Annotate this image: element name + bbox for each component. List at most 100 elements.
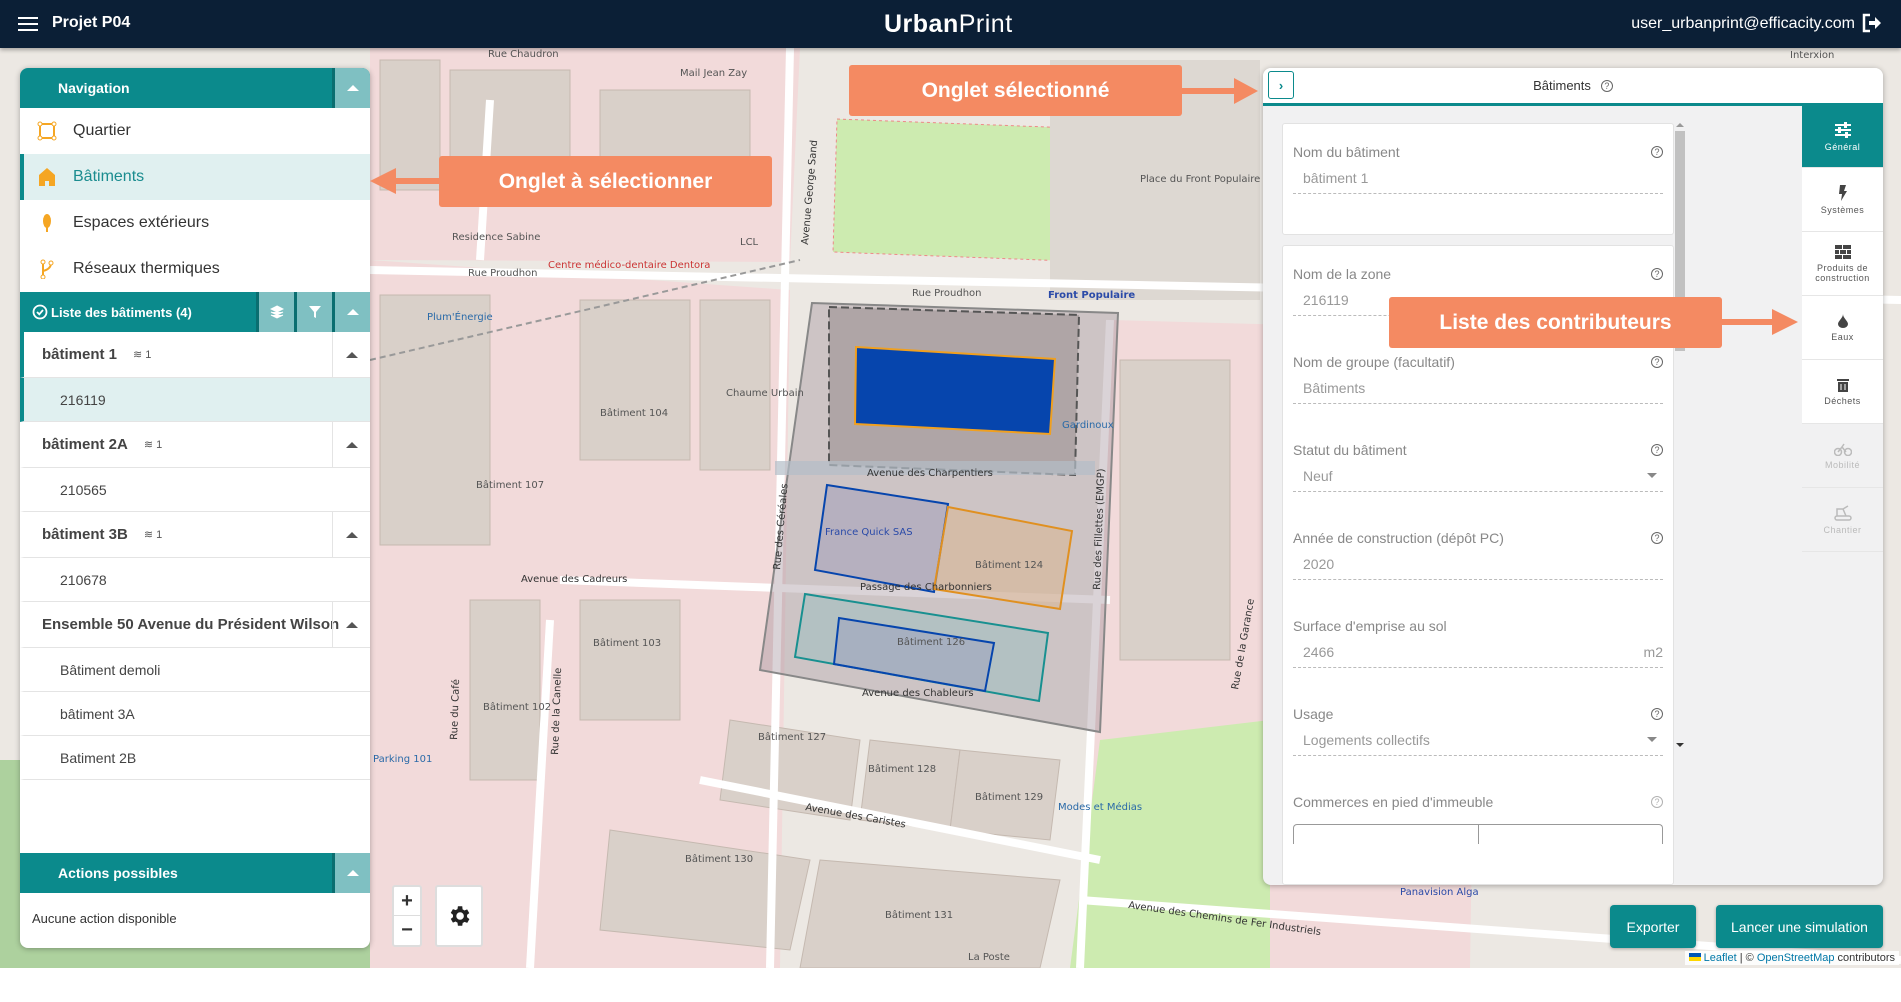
tab-mobilite[interactable]: Mobilité [1802, 424, 1883, 488]
usage-select[interactable]: Logements collectifs [1293, 722, 1663, 756]
chevron-up-icon [346, 870, 359, 876]
bike-icon [1833, 443, 1852, 456]
network-icon [36, 259, 58, 279]
export-button[interactable]: Exporter [1610, 905, 1696, 948]
building-group[interactable]: bâtiment 2A ≋ 1 [20, 422, 370, 468]
tab-dechets[interactable]: Déchets [1802, 360, 1883, 424]
svg-text:LCL: LCL [740, 237, 759, 248]
building-item[interactable]: Bâtiment demoli [20, 648, 370, 692]
chevron-down-icon [1647, 737, 1657, 742]
svg-text:Bâtiment 103: Bâtiment 103 [593, 637, 661, 649]
tab-produits-construction[interactable]: Produits de construction [1802, 232, 1883, 296]
building-item[interactable]: 210678 [20, 558, 370, 602]
layers-count: ≋ 1 [143, 439, 163, 451]
building-item[interactable]: bâtiment 3A [20, 692, 370, 736]
contributor-tabs: Général Systèmes Produits de constructio… [1802, 106, 1883, 552]
launch-simulation-button[interactable]: Lancer une simulation [1716, 905, 1883, 948]
tab-general[interactable]: Général [1802, 106, 1883, 168]
svg-text:Bâtiment 104: Bâtiment 104 [600, 407, 668, 419]
collapse-navigation-button[interactable] [332, 68, 370, 108]
field-label: Nom de groupe (facultatif) [1293, 354, 1455, 370]
help-icon[interactable]: ? [1651, 796, 1663, 808]
map-settings-button[interactable] [435, 885, 483, 947]
svg-text:Rue Chaudron: Rue Chaudron [488, 49, 559, 60]
field-label: Nom du bâtiment [1293, 144, 1400, 160]
svg-text:Gardinoux: Gardinoux [1062, 420, 1114, 431]
filter-button[interactable] [294, 292, 332, 332]
chevron-right-icon[interactable]: › [1268, 71, 1294, 99]
help-icon[interactable]: ? [1651, 268, 1663, 280]
group-name: bâtiment 3B [42, 526, 128, 543]
status-select[interactable]: Neuf [1293, 458, 1663, 492]
sliders-icon [1834, 121, 1851, 138]
gear-icon [450, 906, 470, 926]
svg-text:Bâtiment 129: Bâtiment 129 [975, 791, 1043, 803]
tab-systemes[interactable]: Systèmes [1802, 168, 1883, 232]
collapse-group-button[interactable] [332, 602, 370, 647]
arrow-right-icon [1182, 78, 1258, 104]
leaflet-link[interactable]: Leaflet [1704, 952, 1737, 964]
building-item[interactable]: 216119 [20, 378, 370, 422]
building-group[interactable]: Ensemble 50 Avenue du Président Wilson [20, 602, 370, 648]
logout-icon[interactable] [1861, 13, 1881, 33]
help-icon[interactable]: ? [1651, 146, 1663, 158]
building-group[interactable]: bâtiment 3B ≋ 1 [20, 512, 370, 558]
zoom-out-button[interactable]: − [394, 916, 420, 945]
building-group[interactable]: bâtiment 1 ≋ 1 [20, 332, 370, 378]
navigation-header: Navigation [20, 68, 370, 108]
group-name-input[interactable]: Bâtiments [1293, 370, 1663, 404]
svg-text:Plum'Énergie: Plum'Énergie [427, 310, 493, 323]
tab-eaux[interactable]: Eaux [1802, 296, 1883, 360]
tab-chantier[interactable]: Chantier [1802, 488, 1883, 552]
osm-link[interactable]: OpenStreetMap [1757, 952, 1835, 964]
zoom-in-button[interactable]: + [394, 887, 420, 916]
nav-item-reseaux-thermiques[interactable]: Réseaux thermiques [20, 246, 370, 292]
chevron-up-icon [346, 85, 359, 91]
collapse-group-button[interactable] [332, 512, 370, 557]
layers-button[interactable] [256, 292, 294, 332]
nav-item-espaces-exterieurs[interactable]: Espaces extérieurs [20, 200, 370, 246]
nav-item-quartier[interactable]: Quartier [20, 108, 370, 154]
svg-text:Bâtiment 128: Bâtiment 128 [868, 763, 936, 775]
help-icon[interactable]: ? [1651, 708, 1663, 720]
chevron-down-icon [1647, 473, 1657, 478]
help-icon[interactable]: ? [1651, 532, 1663, 544]
collapse-group-button[interactable] [332, 332, 370, 377]
project-title: Projet P04 [52, 14, 131, 31]
help-icon[interactable]: ? [1651, 444, 1663, 456]
svg-text:Place du Front Populaire: Place du Front Populaire [1140, 174, 1260, 185]
help-icon[interactable]: ? [1651, 356, 1663, 368]
building-details-panel: › Bâtiments? Nom du bâtiment? bâtiment 1 … [1263, 68, 1883, 885]
annotation-contributors: Liste des contributeurs [1389, 297, 1722, 348]
help-icon[interactable]: ? [1600, 79, 1613, 92]
scrollbar[interactable] [1675, 123, 1685, 747]
unit-label: m2 [1643, 644, 1663, 660]
field-label: Surface d'emprise au sol [1293, 618, 1447, 634]
ukraine-flag-icon [1688, 953, 1701, 961]
nav-label: Bâtiments [73, 168, 145, 185]
field-label: Nom de la zone [1293, 266, 1392, 282]
building-item[interactable]: 210565 [20, 468, 370, 512]
filter-icon [308, 306, 321, 318]
svg-text:Bâtiment 126: Bâtiment 126 [897, 636, 965, 648]
menu-icon[interactable] [18, 17, 38, 31]
collapse-actions-button[interactable] [332, 853, 370, 893]
shops-toggle[interactable] [1293, 824, 1663, 844]
construction-year-input[interactable]: 2020 [1293, 546, 1663, 580]
svg-text:Bâtiment 127: Bâtiment 127 [758, 731, 826, 743]
chevron-up-icon [346, 309, 359, 315]
building-name-input[interactable]: bâtiment 1 [1293, 160, 1663, 194]
collapse-group-button[interactable] [332, 422, 370, 467]
app-header: Projet P04 UrbanPrint user_urbanprint@ef… [0, 0, 1901, 48]
building-item[interactable]: Batiment 2B [20, 736, 370, 780]
nav-label: Espaces extérieurs [73, 214, 210, 231]
svg-text:Rue Proudhon: Rue Proudhon [912, 288, 982, 299]
nav-label: Réseaux thermiques [73, 260, 220, 277]
footprint-area-input[interactable]: 2466 m2 [1293, 634, 1663, 668]
nav-item-batiments[interactable]: Bâtiments [20, 154, 370, 200]
svg-text:Panavision Alga: Panavision Alga [1400, 887, 1479, 898]
collapse-list-button[interactable] [332, 292, 370, 332]
zoom-control: + − [392, 885, 422, 947]
svg-text:Chaume Urbain: Chaume Urbain [726, 388, 804, 399]
check-circle-icon [32, 304, 48, 320]
